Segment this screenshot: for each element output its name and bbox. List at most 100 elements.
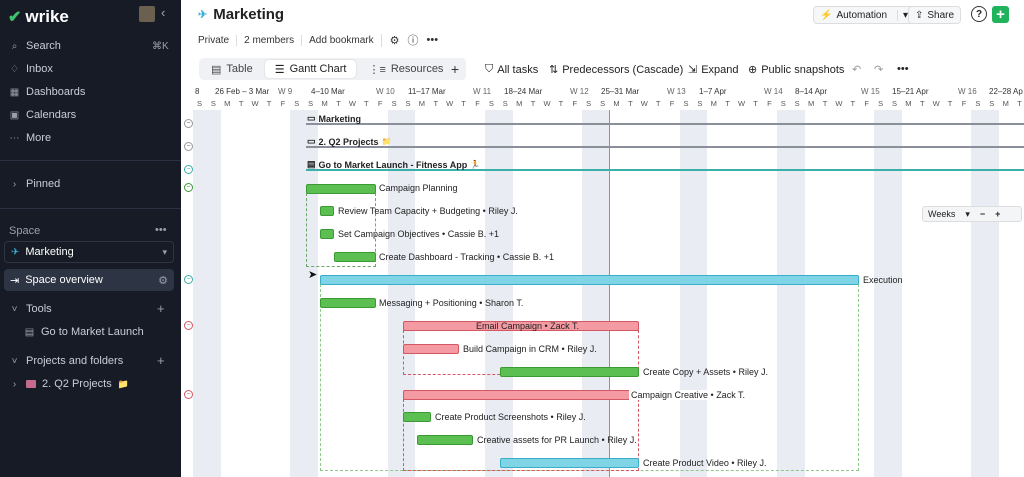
tab-resources[interactable]: ⋮≡ Resources	[358, 60, 453, 78]
group-q2[interactable]: ▭ 2. Q2 Projects 📁	[307, 136, 392, 147]
zoom-out-button[interactable]: −	[975, 209, 990, 219]
page-title-text: Marketing	[213, 6, 285, 23]
expand-button[interactable]: ⇲ Expand	[688, 63, 739, 77]
task-bar-pr[interactable]	[417, 435, 473, 445]
all-tasks-filter[interactable]: ⛉ All tasks	[485, 63, 538, 76]
task-bar-objectives[interactable]	[320, 229, 334, 239]
task-bar-crm[interactable]	[403, 344, 459, 354]
collapse-q2-icon[interactable]: −	[184, 142, 193, 151]
space-overview-item[interactable]: ⇥ Space overview ⚙	[4, 269, 174, 291]
day-label: F	[669, 99, 675, 108]
automation-button[interactable]: ⚡ Automation ▾	[813, 6, 916, 24]
add-view-button[interactable]: +	[444, 58, 466, 80]
day-label: S	[600, 99, 606, 108]
day-label: S	[989, 99, 995, 108]
day-label: M	[710, 99, 717, 108]
tool-item[interactable]: ▤ Go to Market Launch	[24, 326, 144, 338]
bookmark-label[interactable]: Add bookmark	[301, 34, 380, 46]
task-label-email: Email Campaign • Zack T.	[476, 321, 580, 331]
add-button[interactable]: +	[992, 6, 1009, 23]
nav-calendars[interactable]: ▣ Calendars	[9, 109, 76, 121]
add-project-icon[interactable]: +	[157, 353, 165, 368]
add-tool-icon[interactable]: +	[157, 301, 165, 316]
space-label: Space	[9, 225, 41, 237]
nav-dashboards[interactable]: ▦ Dashboards	[9, 86, 86, 98]
tab-table-label: Table	[226, 63, 253, 75]
chevron-down-icon[interactable]: ▾	[897, 9, 908, 21]
group-gtm[interactable]: ▤ Go to Market Launch - Fitness App 🏃	[307, 159, 480, 170]
project-item[interactable]: › 2. Q2 Projects 📁	[9, 378, 129, 390]
collapse-sidebar-icon[interactable]: ‹	[161, 5, 165, 20]
avatar[interactable]	[139, 6, 155, 22]
expand-icon: ⇲	[688, 64, 698, 76]
nav-more[interactable]: ⋯ More	[9, 132, 52, 144]
day-label: T	[753, 99, 758, 108]
members-label[interactable]: 2 members	[236, 34, 301, 46]
project-item-label: 2. Q2 Projects	[42, 378, 112, 390]
task-bar-review[interactable]	[320, 206, 334, 216]
nav-projects[interactable]: ˅ Projects and folders	[9, 355, 124, 367]
header: ✈ Marketing Private 2 members Add bookma…	[181, 0, 1024, 90]
day-label: F	[864, 99, 869, 108]
settings-icon[interactable]: ⚙	[380, 33, 404, 47]
page-title: ✈ Marketing	[198, 6, 284, 23]
day-label: M	[418, 99, 426, 108]
day-label: T	[266, 99, 272, 108]
day-label: S	[891, 99, 897, 108]
info-icon[interactable]: ⓘ	[404, 32, 423, 48]
table-icon: ▤	[211, 63, 222, 76]
week-label: W 12	[570, 87, 589, 96]
gear-icon[interactable]: ⚙	[158, 274, 168, 287]
task-label-campaign-planning: Campaign Planning	[379, 183, 458, 193]
undo-icon[interactable]: ↶	[852, 63, 861, 76]
nav-pinned[interactable]: › Pinned	[9, 178, 60, 190]
predecessors-button[interactable]: ⇅ Predecessors (Cascade)	[549, 63, 683, 77]
tab-gantt[interactable]: ☰ Gantt Chart	[264, 60, 357, 78]
collapse-planning-icon[interactable]: −	[184, 183, 193, 192]
weekend-column	[193, 110, 221, 477]
wrike-logo[interactable]: ✔ wrike	[8, 7, 69, 27]
week-label: W 13	[667, 87, 686, 96]
task-bar-creative[interactable]	[403, 390, 639, 400]
nav-inbox[interactable]: ♢ Inbox	[9, 63, 53, 75]
week-label: 26 Feb – 3 Mar	[215, 87, 270, 96]
collapse-creative-icon[interactable]: −	[184, 390, 193, 399]
day-label: S	[294, 99, 300, 108]
scale-select[interactable]: Weeks	[923, 209, 960, 219]
more-icon[interactable]: •••	[423, 34, 443, 46]
task-bar-screenshots[interactable]	[403, 412, 431, 422]
collapse-execution-icon[interactable]: −	[184, 275, 193, 284]
nav-tools[interactable]: ˅ Tools	[9, 303, 52, 315]
rocket-icon: ✈	[198, 9, 208, 21]
expand-label: Expand	[701, 63, 739, 76]
redo-icon[interactable]: ↷	[874, 63, 883, 76]
task-bar-copy[interactable]	[500, 367, 639, 377]
collapse-gtm-icon[interactable]: −	[184, 165, 193, 174]
task-bar-messaging[interactable]	[320, 298, 376, 308]
privacy-label[interactable]: Private	[198, 35, 236, 46]
chevron-down-icon[interactable]: ▾	[960, 209, 975, 220]
group-bar-marketing	[306, 123, 1024, 125]
day-label: S	[391, 99, 397, 108]
tab-table[interactable]: ▤ Table	[201, 60, 263, 78]
task-bar-campaign-planning[interactable]	[306, 184, 376, 194]
nav-search[interactable]: ⌕ Search	[9, 40, 61, 52]
task-bar-dashboard[interactable]	[334, 252, 376, 262]
space-selector[interactable]: ✈ Marketing ▾	[4, 241, 174, 263]
logo-check-icon: ✔	[8, 9, 22, 26]
space-more-icon[interactable]: •••	[155, 224, 167, 236]
task-bar-video[interactable]	[500, 458, 639, 468]
group-marketing[interactable]: ▭ Marketing	[307, 113, 361, 124]
collapse-marketing-icon[interactable]: −	[184, 119, 193, 128]
scale-control: Weeks ▾ − +	[922, 206, 1022, 222]
help-button[interactable]: ?	[971, 6, 987, 22]
week-label: W 15	[861, 87, 880, 96]
collapse-email-icon[interactable]: −	[184, 321, 193, 330]
share-button[interactable]: ⇪ Share	[908, 6, 962, 24]
day-label: S	[975, 99, 981, 108]
toolbar-more-icon[interactable]: •••	[897, 63, 909, 75]
task-bar-execution[interactable]	[320, 275, 859, 285]
task-label-messaging: Messaging + Positioning • Sharon T.	[379, 298, 524, 308]
zoom-in-button[interactable]: +	[990, 209, 1005, 219]
snapshots-button[interactable]: ⊕ Public snapshots	[748, 63, 844, 77]
